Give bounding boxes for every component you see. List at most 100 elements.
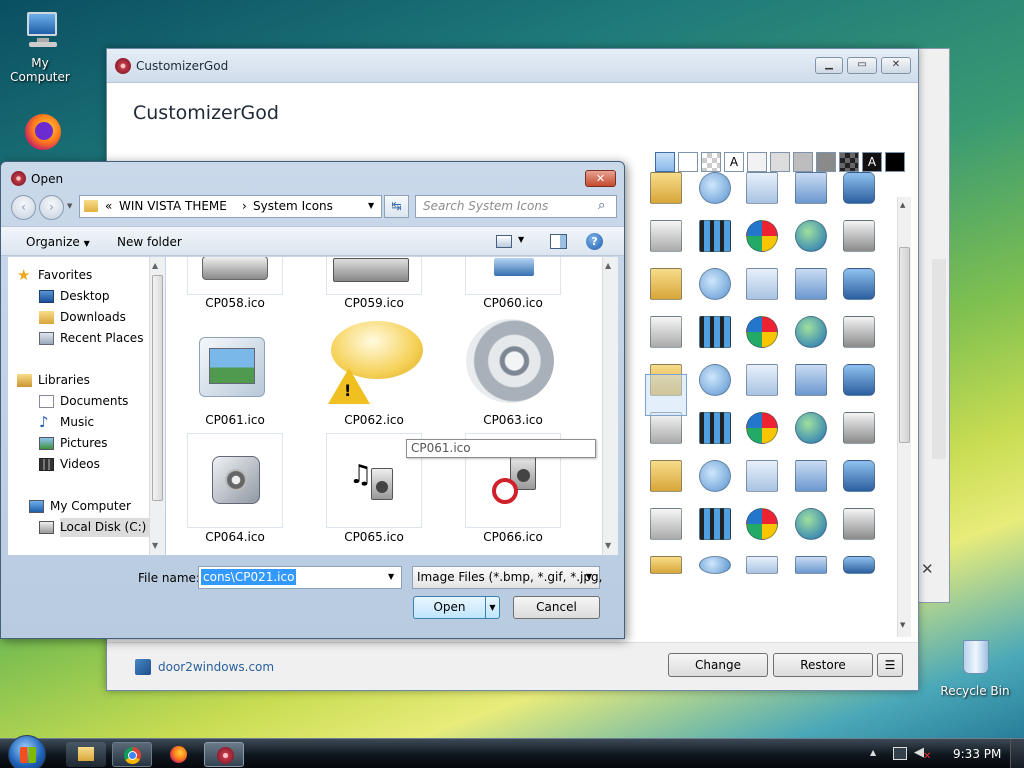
scroll-thumb[interactable]: [152, 275, 163, 501]
file-thumb[interactable]: [187, 257, 283, 295]
printer-icon[interactable]: [843, 316, 875, 348]
nav-documents[interactable]: Documents: [39, 392, 128, 411]
maximize-button[interactable]: ▭: [847, 57, 877, 74]
breadcrumb-win-vista-theme[interactable]: WIN VISTA THEME: [119, 199, 227, 213]
organize-button[interactable]: Organize ▼: [26, 235, 90, 249]
scrollbar[interactable]: [932, 259, 946, 459]
volume-muted-icon[interactable]: ◀ ✕: [914, 745, 932, 763]
file-label[interactable]: CP066.ico: [465, 530, 561, 544]
search-icon[interactable]: [699, 556, 731, 574]
file-label[interactable]: CP059.ico: [326, 296, 422, 310]
breadcrumb-root[interactable]: «: [105, 199, 112, 213]
music-icon[interactable]: [650, 316, 682, 348]
taskbar-firefox-button[interactable]: [158, 742, 198, 767]
folder-icon[interactable]: [795, 556, 827, 574]
film-icon[interactable]: [699, 316, 731, 348]
film-icon[interactable]: [699, 508, 731, 540]
nav-local-disk[interactable]: Local Disk (C:): [39, 518, 158, 537]
folder-icon[interactable]: [650, 172, 682, 204]
globe-icon[interactable]: [795, 508, 827, 540]
file-name-input[interactable]: cons\CP021.ico ▼: [198, 566, 402, 589]
swatch-blue[interactable]: [655, 152, 675, 172]
document-icon[interactable]: [746, 460, 778, 492]
nav-music[interactable]: ♪ Music: [39, 413, 94, 432]
file-type-select[interactable]: Image Files (*.bmp, *.gif, *.jpg, ▼: [412, 566, 602, 589]
swatch-dark-grey[interactable]: [816, 152, 836, 172]
preview-pane-icon[interactable]: [550, 234, 567, 249]
search-icon[interactable]: [699, 364, 731, 396]
address-dropdown-icon[interactable]: ▼: [368, 201, 374, 210]
file-label[interactable]: CP061.ico: [187, 413, 283, 427]
search-icon[interactable]: [699, 268, 731, 300]
new-folder-button[interactable]: New folder: [117, 235, 182, 249]
help-icon[interactable]: ?: [586, 233, 603, 250]
selected-icon-cell[interactable]: [645, 374, 687, 416]
nav-desktop[interactable]: Desktop: [39, 287, 110, 306]
nav-favorites[interactable]: ★ Favorites: [17, 266, 92, 285]
taskbar-customizergod-button[interactable]: [204, 742, 244, 767]
file-thumb[interactable]: [326, 257, 422, 295]
document-icon[interactable]: [746, 556, 778, 574]
swatch-white[interactable]: [678, 152, 698, 172]
film-icon[interactable]: [699, 220, 731, 252]
scroll-down-arrow-icon[interactable]: ▼: [900, 621, 909, 631]
cancel-button[interactable]: Cancel: [513, 596, 600, 619]
globe-icon[interactable]: [795, 316, 827, 348]
film-icon[interactable]: [699, 412, 731, 444]
nav-downloads[interactable]: Downloads: [39, 308, 126, 327]
breadcrumb-system-icons[interactable]: System Icons: [241, 199, 333, 213]
open-button[interactable]: Open: [413, 596, 485, 619]
file-label[interactable]: CP060.ico: [465, 296, 561, 310]
media-player-icon[interactable]: [746, 316, 778, 348]
refresh-button[interactable]: ↹: [384, 195, 409, 218]
taskbar-explorer-button[interactable]: [66, 742, 106, 767]
swatch-light[interactable]: [747, 152, 767, 172]
document-icon[interactable]: [746, 268, 778, 300]
clock[interactable]: 9:33 PM: [953, 747, 1001, 761]
minimize-button[interactable]: ▁: [815, 57, 843, 74]
scroll-up-arrow-icon[interactable]: ▲: [605, 261, 611, 270]
scroll-up-arrow-icon[interactable]: ▲: [152, 261, 158, 270]
puzzle-icon[interactable]: [843, 460, 875, 492]
view-dropdown-icon[interactable]: ▼: [518, 235, 524, 244]
change-button[interactable]: Change: [668, 653, 768, 677]
swatch-black[interactable]: [885, 152, 905, 172]
dialog-close-button[interactable]: ✕: [585, 170, 616, 187]
open-dropdown-icon[interactable]: ▼: [485, 596, 500, 619]
swatch-silver[interactable]: [770, 152, 790, 172]
recycle-bin-desktop-icon[interactable]: Recycle Bin: [935, 636, 1015, 698]
show-desktop-button[interactable]: [1010, 739, 1024, 768]
photo-frame-icon[interactable]: [199, 337, 265, 397]
document-icon[interactable]: [746, 364, 778, 396]
folder-icon[interactable]: [795, 268, 827, 300]
speaker-icon[interactable]: [466, 319, 554, 403]
search-icon[interactable]: [699, 172, 731, 204]
puzzle-icon[interactable]: [843, 556, 875, 574]
puzzle-icon[interactable]: [843, 172, 875, 204]
folder-icon[interactable]: [650, 268, 682, 300]
start-button[interactable]: [8, 735, 46, 768]
printer-icon[interactable]: [843, 220, 875, 252]
show-hidden-icons-icon[interactable]: ▲: [870, 748, 876, 757]
folder-icon[interactable]: [795, 172, 827, 204]
restore-button[interactable]: Restore: [773, 653, 873, 677]
files-scrollbar[interactable]: ▲ ▼: [602, 257, 618, 555]
nav-scrollbar[interactable]: ▲ ▼: [149, 257, 165, 555]
swatch-grey[interactable]: [793, 152, 813, 172]
address-bar[interactable]: « WIN VISTA THEME › System Icons ▼: [79, 195, 382, 218]
firefox-desktop-icon[interactable]: [0, 112, 80, 160]
media-player-icon[interactable]: [746, 220, 778, 252]
globe-icon[interactable]: [795, 412, 827, 444]
music-icon[interactable]: [650, 220, 682, 252]
action-center-icon[interactable]: [893, 747, 907, 760]
scroll-down-arrow-icon[interactable]: ▼: [152, 541, 158, 550]
file-type-dropdown-icon[interactable]: ▼: [586, 572, 592, 581]
scroll-thumb[interactable]: [899, 247, 910, 443]
my-computer-desktop-icon[interactable]: My Computer: [0, 8, 80, 84]
taskbar-chrome-button[interactable]: [112, 742, 152, 767]
back-button[interactable]: ‹: [11, 195, 36, 220]
forward-button[interactable]: ›: [39, 195, 64, 220]
puzzle-icon[interactable]: [843, 364, 875, 396]
file-label[interactable]: CP063.ico: [465, 413, 561, 427]
folder-icon[interactable]: [795, 364, 827, 396]
